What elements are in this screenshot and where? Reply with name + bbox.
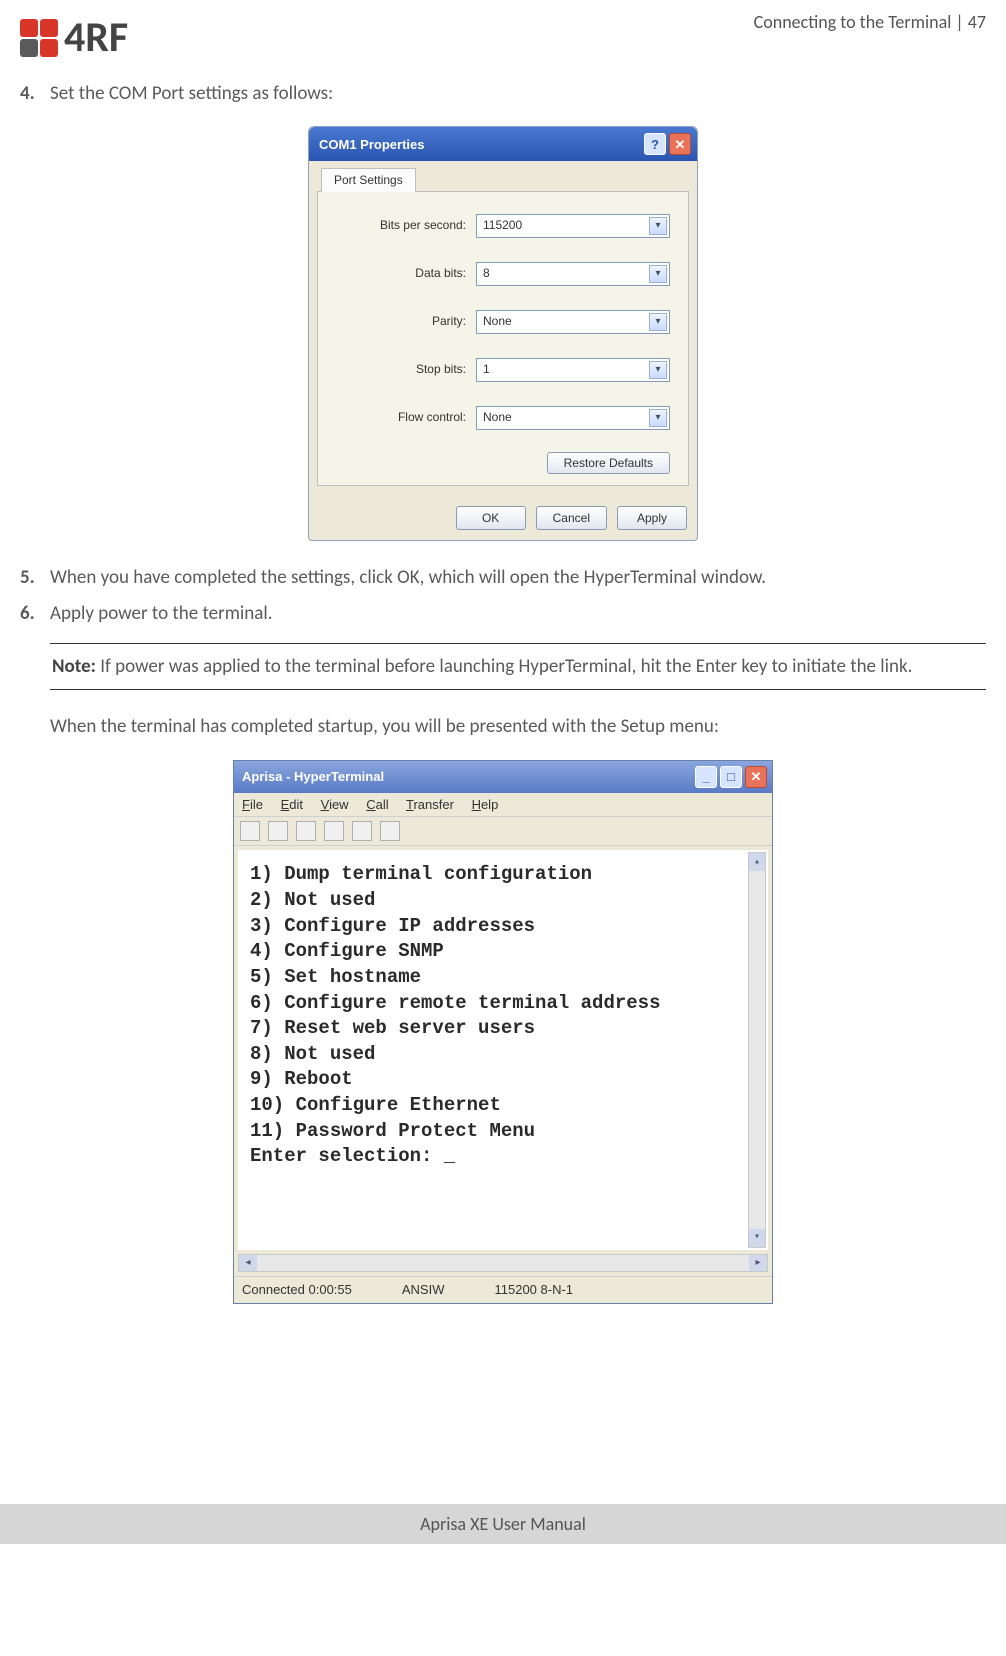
terminal-line: 1) Dump terminal configuration [250,862,756,888]
terminal-line: 8) Not used [250,1042,756,1068]
flow-control-label: Flow control: [336,409,466,425]
stop-bits-label: Stop bits: [336,361,466,377]
com-properties-dialog: COM1 Properties ? ✕ Port Settings Bits p… [308,126,698,541]
parity-label: Parity: [336,313,466,329]
flow-control-select[interactable]: None ▾ [476,406,670,430]
terminal-line: 6) Configure remote terminal address [250,991,756,1017]
window-title: Aprisa - HyperTerminal [242,768,384,786]
chevron-down-icon[interactable]: ▾ [649,409,667,427]
menu-file[interactable]: File [242,797,263,812]
note-label: Note: [52,655,96,678]
toolbar-icon[interactable] [324,821,344,841]
stop-bits-select[interactable]: 1 ▾ [476,358,670,382]
flow-control-value: None [483,409,512,425]
chevron-down-icon[interactable]: ▾ [649,313,667,331]
tab-port-settings[interactable]: Port Settings [321,168,416,191]
terminal-line: 4) Configure SNMP [250,939,756,965]
note-text: If power was applied to the terminal bef… [96,655,913,678]
step-number: 6. [20,601,50,627]
terminal-output: 1) Dump terminal configuration 2) Not us… [238,850,768,1250]
toolbar [234,816,772,846]
data-bits-label: Data bits: [336,265,466,281]
toolbar-icon[interactable] [268,821,288,841]
minimize-icon[interactable]: _ [695,766,717,788]
toolbar-icon[interactable] [296,821,316,841]
toolbar-icon[interactable] [240,821,260,841]
menu-call[interactable]: Call [366,797,388,812]
cancel-button[interactable]: Cancel [536,506,607,530]
brand-logo: 4RF [20,10,128,67]
bits-per-second-select[interactable]: 115200 ▾ [476,214,670,238]
close-icon[interactable]: ✕ [745,766,767,788]
help-icon[interactable]: ? [644,133,666,155]
terminal-line: 5) Set hostname [250,965,756,991]
step-text: When you have completed the settings, cl… [50,565,986,591]
menubar: File Edit View Call Transfer Help [234,793,772,817]
terminal-line: 7) Reset web server users [250,1016,756,1042]
step-number: 5. [20,565,50,591]
vertical-scrollbar[interactable]: ▴ ▾ [748,852,766,1248]
brand-logo-text: 4RF [64,10,128,67]
bits-per-second-label: Bits per second: [336,217,466,233]
breadcrumb: Connecting to the Terminal | 47 [754,10,986,34]
toolbar-icon[interactable] [380,821,400,841]
toolbar-icon[interactable] [352,821,372,841]
paragraph: When the terminal has completed startup,… [50,714,986,740]
terminal-line: 2) Not used [250,888,756,914]
menu-transfer[interactable]: Transfer [406,797,454,812]
scroll-down-icon[interactable]: ▾ [749,1229,765,1247]
brand-logo-icon [20,19,58,57]
terminal-line: 3) Configure IP addresses [250,914,756,940]
parity-select[interactable]: None ▾ [476,310,670,334]
note-block: Note: If power was applied to the termin… [50,643,986,691]
close-icon[interactable]: ✕ [669,133,691,155]
scroll-right-icon[interactable]: ▸ [749,1255,767,1271]
page-footer: Aprisa XE User Manual [420,1513,586,1535]
dialog-title: COM1 Properties [319,136,424,154]
scroll-left-icon[interactable]: ◂ [239,1255,257,1271]
chevron-down-icon[interactable]: ▾ [649,217,667,235]
ok-button[interactable]: OK [456,506,526,530]
step-text: Apply power to the terminal. [50,601,986,627]
terminal-line: 11) Password Protect Menu [250,1119,756,1145]
chevron-down-icon[interactable]: ▾ [649,265,667,283]
terminal-line: Enter selection: _ [250,1144,756,1170]
status-connection: Connected 0:00:55 [242,1281,352,1299]
menu-edit[interactable]: Edit [281,797,303,812]
status-emulation: ANSIW [402,1281,445,1299]
menu-help[interactable]: Help [472,797,499,812]
status-config: 115200 8-N-1 [495,1281,574,1299]
chevron-down-icon[interactable]: ▾ [649,361,667,379]
menu-view[interactable]: View [321,797,349,812]
scroll-up-icon[interactable]: ▴ [749,853,765,871]
parity-value: None [483,313,512,329]
terminal-line: 9) Reboot [250,1067,756,1093]
data-bits-select[interactable]: 8 ▾ [476,262,670,286]
stop-bits-value: 1 [483,361,490,377]
data-bits-value: 8 [483,265,490,281]
horizontal-scrollbar[interactable]: ◂ ▸ [238,1254,768,1272]
maximize-icon[interactable]: □ [720,766,742,788]
hyperterminal-window: Aprisa - HyperTerminal _ □ ✕ File Edit V… [233,760,773,1304]
step-number: 4. [20,81,50,107]
apply-button[interactable]: Apply [617,506,687,530]
restore-defaults-button[interactable]: Restore Defaults [547,452,670,474]
status-bar: Connected 0:00:55 ANSIW 115200 8-N-1 [234,1276,772,1303]
terminal-line: 10) Configure Ethernet [250,1093,756,1119]
bits-per-second-value: 115200 [483,217,522,233]
step-text: Set the COM Port settings as follows: [50,81,986,107]
